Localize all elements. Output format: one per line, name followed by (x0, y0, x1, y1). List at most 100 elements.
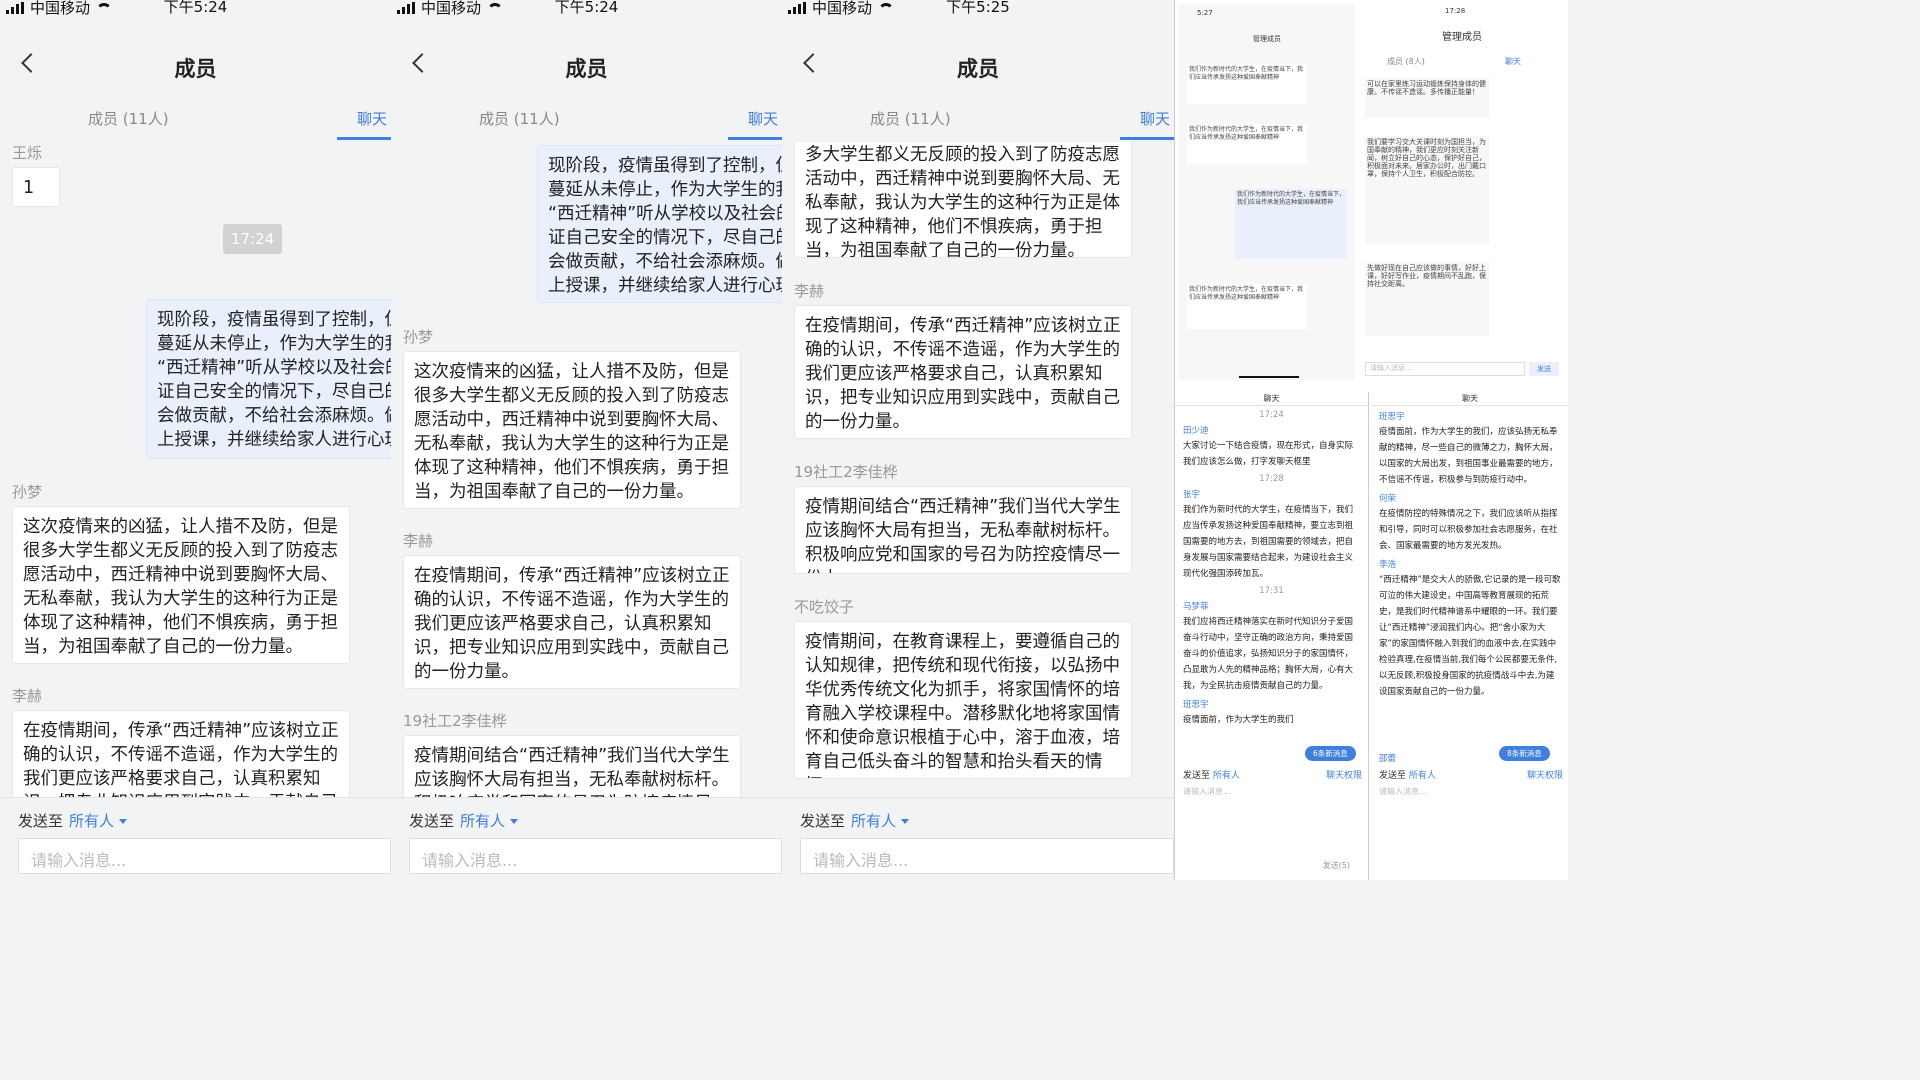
new-messages-badge[interactable]: 8条新消息 (1499, 746, 1550, 761)
phone-screen-1: 中国移动 下午5:24 成员 成员 (11人) 聊天 王烁 1 17:24 现阶… (0, 0, 391, 880)
message-bubble: 多大学生都义无反顾的投入到了防疫志愿活动中，西迁精神中说到要胸怀大局、无私奉献，… (794, 142, 1132, 258)
thumb-tab-chat: 聊天 (1505, 57, 1521, 66)
recipient-value[interactable]: 所有人 (1213, 771, 1240, 781)
tab-members[interactable]: 成员 (11人) (479, 108, 560, 129)
sender-name: 班思宇 (1379, 412, 1405, 422)
thumb-send-button[interactable]: 发送 (1529, 362, 1559, 376)
sender-name: 李赫 (794, 282, 825, 300)
thumb-message: 我们作为新时代的大学生，在疫情当下，我们应当传承发扬这种爱国奉献精神 (1187, 64, 1307, 104)
chat-message-list[interactable]: 17:24 田少迪 大家讨论一下结合疫情，现在形式，自身实际我们应该怎么做，打字… (1175, 406, 1368, 770)
message-input[interactable]: 请输入消息... (18, 838, 391, 874)
sender-name: 李浩 (1379, 560, 1397, 570)
message-input[interactable]: 请输入消息... (1379, 786, 1427, 797)
thumb-phone-b: 17:28 管理成员 成员 (8人) 聊天 可以在家里练习运动锻炼保持身体的健康… (1359, 4, 1565, 380)
message-text: 疫情面前，作为大学生的我们，应该弘扬无私奉献的精神，尽一些自己的微薄之力，胸怀大… (1379, 427, 1558, 485)
dropdown-caret-icon[interactable] (510, 819, 519, 824)
home-indicator (1239, 376, 1299, 378)
message-line: “西迁精神”听从学校以及社会的 (548, 204, 782, 224)
thumb-title: 管理成员 (1442, 32, 1482, 43)
recipient-value[interactable]: 所有人 (1409, 771, 1436, 781)
thumb-message: 我们作为新时代的大学生，在疫情当下，我们应当传承发扬这种爱国奉献精神 (1235, 189, 1347, 259)
dropdown-caret-icon[interactable] (119, 819, 128, 824)
composer: 发送至 所有人 请输入消息... (391, 797, 782, 880)
nav-bar: 成员 (0, 36, 391, 96)
message-input[interactable]: 请输入消息... (409, 838, 782, 874)
self-message-bubble: 现阶段，疫情虽得到了控制，但 蔓延从未停止，作为大学生的我 “西迁精神”听从学校… (537, 145, 782, 303)
tab-chat[interactable]: 聊天 (357, 108, 387, 129)
status-time: 下午5:24 (163, 0, 228, 16)
send-to-selector[interactable]: 发送至 所有人 (409, 810, 519, 831)
recipient-value[interactable]: 所有人 (69, 812, 114, 830)
chat-permission-button[interactable]: 聊天权限 (1527, 768, 1563, 781)
signal-icon (397, 2, 415, 14)
message-bubble: 这次疫情来的凶猛，让人措不及防，但是很多大学生都义无反顾的投入到了防疫志愿活动中… (12, 506, 350, 664)
thumb-input[interactable]: 请输入消息... (1365, 362, 1525, 376)
tab-bar: 成员 (11人) 聊天 (391, 96, 782, 142)
carrier-label: 中国移动 (812, 0, 873, 17)
thumb-message: 我们作为新时代的大学生，在疫情当下，我们应当传承发扬这种爱国奉献精神 (1187, 284, 1307, 329)
message-bubble: 在疫情期间，传承“西迁精神”应该树立正确的认识，不传谣不造谣，作为大学生的我们更… (12, 710, 350, 797)
chat-message-list[interactable]: 王烁 1 17:24 现阶段，疫情虽得到了控制，但 蔓延从未停止，作为大学生的我… (0, 142, 391, 797)
new-messages-badge[interactable]: 6条新消息 (1305, 746, 1356, 761)
phone-screen-3: 中国移动 下午5:25 成员 成员 (11人) 聊天 多大学生都义无反顾的投入到… (782, 0, 1174, 880)
thumb-message: 我们要学习交大关课时刻为国担当，为国奉献的精神，我们更应时刻关注新闻，树立好自己… (1365, 136, 1489, 244)
message-line: “西迁精神”听从学校以及社会的 (157, 358, 391, 378)
self-message-bubble: 现阶段，疫情虽得到了控制，但 蔓延从未停止，作为大学生的我 “西迁精神”听从学校… (146, 299, 391, 459)
thumb-phone-a: 5:27 管理成员 我们作为新时代的大学生，在疫情当下，我们应当传承发扬这种爱国… (1179, 4, 1355, 380)
chat-message-list[interactable]: 现阶段，疫情虽得到了控制，但 蔓延从未停止，作为大学生的我 “西迁精神”听从学校… (391, 142, 782, 797)
message-bubble: 1 (12, 167, 60, 207)
sender-name: 孙梦 (403, 328, 434, 346)
message-line: 会做贡献，不给社会添麻烦。做 (157, 406, 391, 426)
sender-name: 何荣 (1379, 494, 1397, 504)
tab-chat[interactable]: 聊天 (748, 108, 778, 129)
message-line: 会做贡献，不给社会添麻烦。做 (548, 252, 782, 272)
message-line: 上授课，并继续给家人进行心理 (157, 430, 391, 450)
page-title: 成员 (957, 57, 999, 81)
message-line: 现阶段，疫情虽得到了控制，但 (157, 310, 391, 330)
message-line: 蔓延从未停止，作为大学生的我 (157, 334, 391, 354)
dropdown-caret-icon[interactable] (901, 819, 910, 824)
message-line: 蔓延从未停止，作为大学生的我 (548, 180, 782, 200)
tab-chat[interactable]: 聊天 (1140, 108, 1170, 129)
sender-name: 马梦菲 (1183, 602, 1209, 612)
message-text: 大家讨论一下结合疫情，现在形式，自身实际我们应该怎么做，打字发聊天框里 (1183, 441, 1354, 467)
message-input[interactable]: 请输入消息... (800, 838, 1174, 874)
page-title: 成员 (174, 57, 217, 81)
message-text: 在疫情防控的特殊情况之下，我们应该听从指挥和引导，同时可以积极参加社会志愿服务，… (1379, 509, 1558, 551)
nav-bar: 成员 (782, 36, 1174, 96)
message-bubble: 在疫情期间，传承“西迁精神”应该树立正确的认识，不传谣不造谣，作为大学生的我们更… (403, 555, 741, 689)
page-title: 成员 (565, 57, 608, 81)
timestamp: 17:24 (1259, 410, 1284, 420)
chat-message-list[interactable]: 班思宇 疫情面前，作为大学生的我们，应该弘扬无私奉献的精神，尽一些自己的微薄之力… (1371, 406, 1568, 750)
chat-message-list[interactable]: 多大学生都义无反顾的投入到了防疫志愿活动中，西迁精神中说到要胸怀大局、无私奉献，… (782, 142, 1174, 797)
status-bar: 中国移动 下午5:24 (391, 0, 782, 16)
tab-bar: 成员 (11人) 聊天 (782, 96, 1174, 142)
message-text: “西迁精神”是交大人的骄傲,它记录的是一段可歌可泣的伟大建设史，中国高等教育展现… (1379, 575, 1561, 697)
thumb-time: 17:28 (1445, 7, 1466, 15)
message-bubble: 疫情期间结合“西迁精神”我们当代大学生应该胸怀大局有担当，无私奉献树标杆。积极响… (794, 486, 1132, 574)
send-button[interactable]: 发送(5) (1323, 860, 1350, 871)
thumb-time: 5:27 (1197, 9, 1213, 17)
tab-bar: 成员 (11人) 聊天 (0, 96, 391, 142)
active-tab-indicator (1120, 137, 1174, 140)
sender-name: 班思宇 (1183, 700, 1209, 710)
nav-bar: 成员 (391, 36, 782, 96)
message-text: 我们作为新时代的大学生，在疫情当下，我们应当传承发扬这种爱国奉献精神，要立志到祖… (1183, 505, 1354, 579)
thumb-message: 我们作为新时代的大学生，在疫情当下，我们应当传承发扬这种爱国奉献精神 (1187, 124, 1307, 164)
message-input[interactable]: 请输入消息... (1183, 786, 1231, 797)
wifi-icon (96, 2, 113, 14)
send-to-selector[interactable]: 发送至 所有人 (18, 810, 128, 831)
chat-permission-button[interactable]: 聊天权限 (1326, 768, 1362, 781)
send-to-label: 发送至 (1379, 771, 1407, 781)
composer: 发送至 所有人 请输入消息... (782, 797, 1174, 880)
recipient-value[interactable]: 所有人 (460, 812, 505, 830)
send-to-selector[interactable]: 发送至 所有人 (800, 810, 910, 831)
tab-members[interactable]: 成员 (11人) (88, 108, 169, 129)
tab-members[interactable]: 成员 (11人) (870, 108, 951, 129)
message-text: 我们应将西迁精神落实在新时代知识分子爱国奋斗行动中，坚守正确的政治方向，秉持爱国… (1183, 617, 1354, 691)
thumb-title: 管理成员 (1253, 35, 1281, 43)
thumbnail-collage: 5:27 管理成员 我们作为新时代的大学生，在疫情当下，我们应当传承发扬这种爱国… (1174, 0, 1568, 880)
message-text: 疫情面前，作为大学生的我们 (1183, 715, 1294, 725)
recipient-value[interactable]: 所有人 (851, 812, 896, 830)
thumb-message: 可以在家里练习运动锻炼保持身体的健康。不传谣不造谣。多传播正能量！ (1365, 78, 1489, 118)
